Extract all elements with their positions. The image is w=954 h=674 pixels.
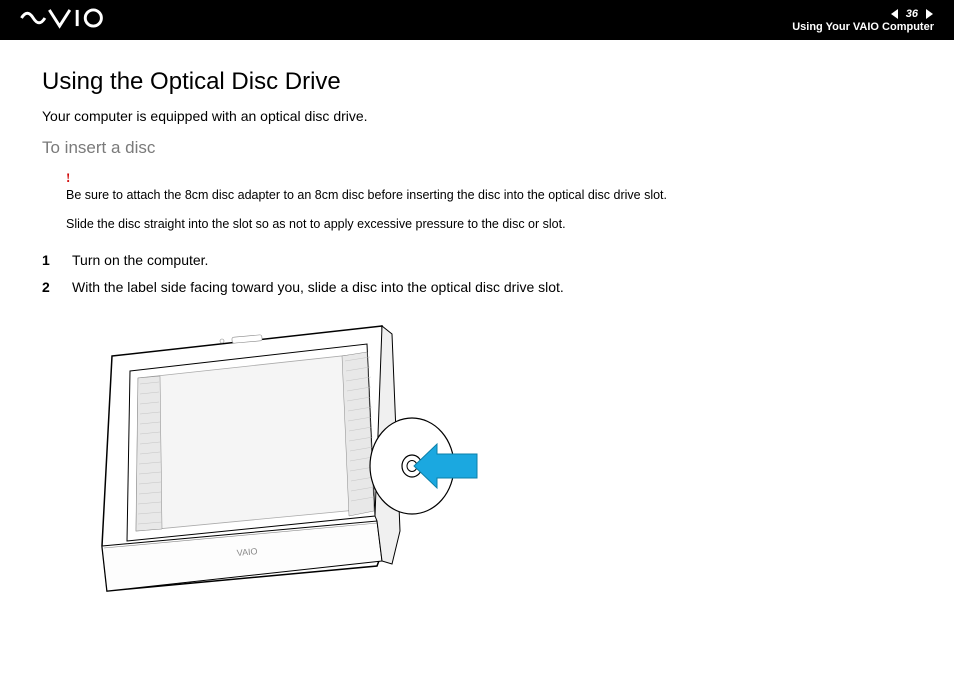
warning-icon: ! (66, 170, 912, 186)
warning-text-1: Be sure to attach the 8cm disc adapter t… (66, 186, 912, 205)
page-number: 36 (906, 8, 918, 20)
section-heading: To insert a disc (42, 138, 912, 158)
step-item: 1 Turn on the computer. (42, 250, 912, 271)
header-right: 36 Using Your VAIO Computer (792, 8, 934, 33)
step-number: 2 (42, 277, 54, 298)
warning-text-2: Slide the disc straight into the slot so… (66, 215, 912, 234)
next-page-icon[interactable] (924, 9, 934, 19)
prev-page-icon[interactable] (890, 9, 900, 19)
step-text: Turn on the computer. (72, 250, 208, 271)
vaio-logo (20, 5, 123, 36)
step-item: 2 With the label side facing toward you,… (42, 277, 912, 298)
illustration-brand-label: VAIO (236, 546, 258, 558)
illustration: VAIO (82, 316, 912, 621)
step-number: 1 (42, 250, 54, 271)
vaio-logo-icon (20, 7, 123, 29)
page-title: Using the Optical Disc Drive (42, 68, 912, 96)
page-content: Using the Optical Disc Drive Your comput… (0, 40, 954, 649)
page-navigation: 36 (890, 8, 934, 20)
page-header: 36 Using Your VAIO Computer (0, 0, 954, 40)
step-text: With the label side facing toward you, s… (72, 277, 564, 298)
intro-text: Your computer is equipped with an optica… (42, 108, 912, 124)
warning-block: ! Be sure to attach the 8cm disc adapter… (66, 170, 912, 205)
header-subtitle: Using Your VAIO Computer (792, 21, 934, 33)
computer-disc-illustration: VAIO (82, 316, 502, 616)
steps-list: 1 Turn on the computer. 2 With the label… (42, 250, 912, 298)
